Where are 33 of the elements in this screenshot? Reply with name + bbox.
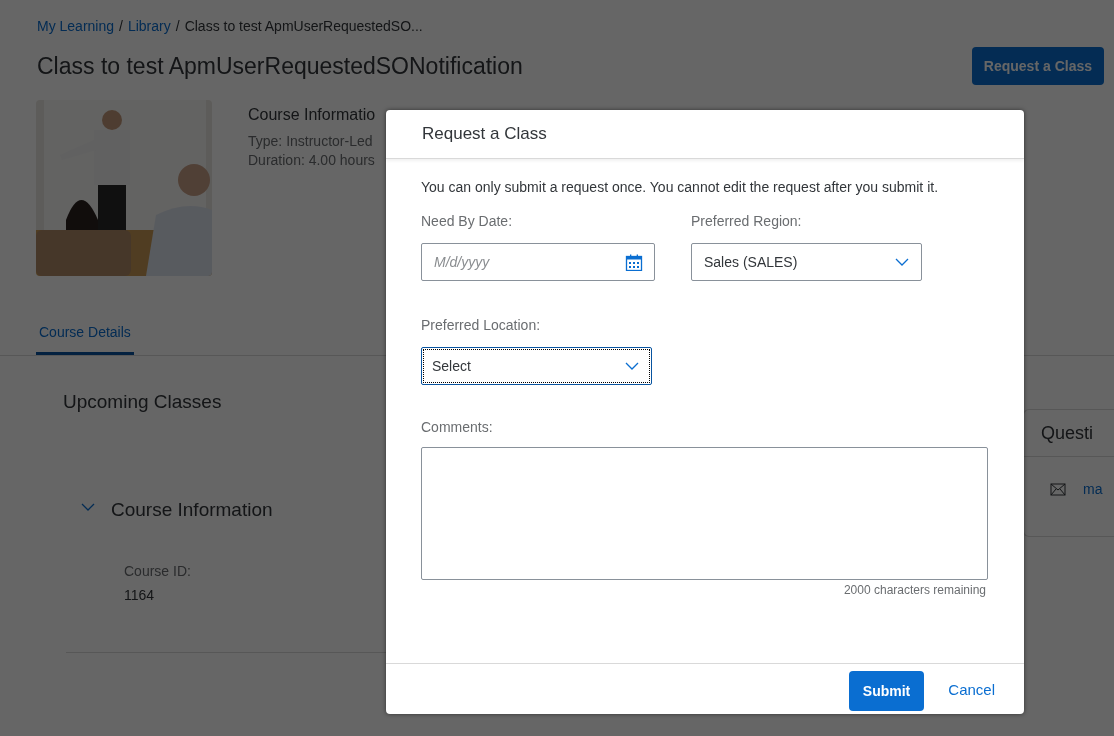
page-title: Class to test ApmUserRequestedSONotification bbox=[37, 52, 523, 80]
cancel-button[interactable]: Cancel bbox=[926, 680, 1006, 698]
email-link[interactable]: ma bbox=[1083, 481, 1103, 497]
dialog-title: Request a Class bbox=[386, 110, 1024, 159]
character-counter: 2000 characters remaining bbox=[842, 583, 986, 597]
chevron-down-icon bbox=[894, 257, 910, 267]
field-label: Comments: bbox=[421, 419, 494, 435]
comments-field[interactable] bbox=[421, 447, 988, 580]
course-detail-text: Type: Instructor-Led bbox=[248, 132, 374, 151]
section-heading: Upcoming Classes bbox=[63, 391, 223, 413]
dropdown[interactable]: Sales (SALES) bbox=[691, 243, 922, 281]
tab[interactable]: Course Details bbox=[36, 316, 134, 355]
field-value: 1164 bbox=[124, 586, 156, 605]
field-label: Course ID: bbox=[124, 562, 192, 581]
chevron-down-icon bbox=[624, 361, 640, 371]
field-label: Preferred Region: bbox=[691, 213, 803, 229]
field-label: Need By Date: bbox=[421, 213, 514, 229]
mail-icon bbox=[1050, 482, 1066, 496]
dropdown[interactable]: Select bbox=[421, 347, 652, 385]
course-detail-text: Duration: 4.00 hours bbox=[248, 151, 376, 170]
breadcrumb-separator: / bbox=[175, 17, 180, 36]
request-class-button[interactable]: Request a Class bbox=[971, 47, 1104, 85]
breadcrumb-link[interactable]: Library bbox=[127, 16, 171, 36]
date-field[interactable]: M/d/yyyy bbox=[421, 243, 655, 281]
field-label: Preferred Location: bbox=[421, 317, 542, 333]
breadcrumb-link[interactable]: My Learning bbox=[37, 16, 115, 36]
submit-button[interactable]: Submit bbox=[848, 670, 925, 711]
section-heading: Course Informatio bbox=[248, 106, 376, 124]
calendar-icon bbox=[625, 253, 643, 271]
breadcrumb-current: Class to test ApmUserRequestedSO... bbox=[184, 17, 423, 36]
section-heading: Course Information bbox=[111, 499, 273, 521]
notice-text: You can only submit a request once. You cannot edit the request after you submit it. bbox=[421, 179, 940, 195]
breadcrumb-separator: / bbox=[119, 17, 123, 36]
